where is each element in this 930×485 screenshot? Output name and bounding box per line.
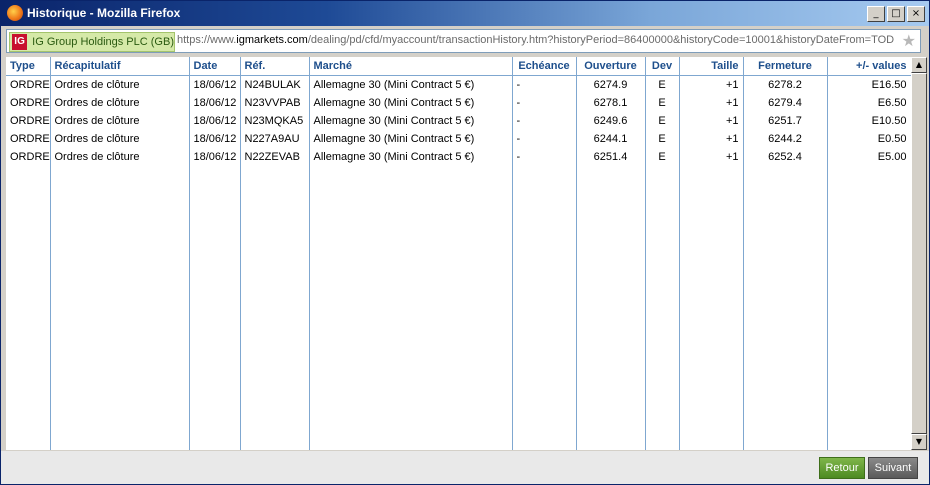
table-row[interactable]: ORDRE Ordres de clôture 18/06/12 N24BULA… bbox=[6, 75, 911, 94]
column-header-size[interactable]: Taille bbox=[679, 57, 744, 76]
next-button[interactable]: Suivant bbox=[868, 457, 918, 479]
cell-market: Allemagne 30 (Mini Contract 5 €) bbox=[309, 75, 513, 94]
cell-profit-loss: E10.50 bbox=[827, 112, 911, 130]
cell-market: Allemagne 30 (Mini Contract 5 €) bbox=[309, 112, 513, 130]
back-button[interactable]: Retour bbox=[819, 457, 865, 479]
cell-summary: Ordres de clôture bbox=[50, 75, 190, 94]
table-header-row: Type Récapitulatif Date Réf. Marché Eché… bbox=[6, 57, 911, 76]
table-row[interactable]: ORDRE Ordres de clôture 18/06/12 N227A9A… bbox=[6, 130, 911, 148]
scroll-down-icon[interactable]: ▼ bbox=[911, 434, 927, 450]
dialog-footer: Retour Suivant bbox=[1, 451, 929, 484]
bookmark-star-icon[interactable]: ★ bbox=[902, 31, 916, 50]
cell-currency: E bbox=[645, 75, 680, 94]
cell-date: 18/06/12 bbox=[189, 75, 241, 94]
url-bar[interactable]: IG IG Group Holdings PLC (GB) https://ww… bbox=[6, 29, 921, 53]
cell-size: +1 bbox=[679, 130, 744, 148]
cell-market: Allemagne 30 (Mini Contract 5 €) bbox=[309, 94, 513, 112]
cell-expiry: - bbox=[512, 94, 577, 112]
table-row[interactable]: ORDRE Ordres de clôture 18/06/12 N23MQKA… bbox=[6, 112, 911, 130]
transaction-history-table: Type Récapitulatif Date Réf. Marché Eché… bbox=[6, 57, 911, 450]
cell-market: Allemagne 30 (Mini Contract 5 €) bbox=[309, 148, 513, 166]
cell-summary: Ordres de clôture bbox=[50, 130, 190, 148]
cell-type: ORDRE bbox=[6, 112, 51, 130]
cell-opening: 6278.1 bbox=[576, 94, 646, 112]
column-header-market[interactable]: Marché bbox=[309, 57, 513, 76]
cell-date: 18/06/12 bbox=[189, 148, 241, 166]
cell-type: ORDRE bbox=[6, 130, 51, 148]
cell-date: 18/06/12 bbox=[189, 112, 241, 130]
column-header-closing[interactable]: Fermeture bbox=[743, 57, 828, 76]
cell-opening: 6274.9 bbox=[576, 75, 646, 94]
url-text[interactable]: https://www.igmarkets.com/dealing/pd/cfd… bbox=[177, 34, 897, 46]
cell-ref: N227A9AU bbox=[240, 130, 310, 148]
cell-closing: 6252.4 bbox=[743, 148, 828, 166]
minimize-button[interactable]: _ bbox=[867, 6, 885, 22]
table-row[interactable]: ORDRE Ordres de clôture 18/06/12 N23VVPA… bbox=[6, 94, 911, 112]
cell-ref: N23MQKA5 bbox=[240, 112, 310, 130]
column-header-summary[interactable]: Récapitulatif bbox=[50, 57, 190, 76]
cell-currency: E bbox=[645, 112, 680, 130]
close-button[interactable]: × bbox=[907, 6, 925, 22]
cell-opening: 6251.4 bbox=[576, 148, 646, 166]
cell-summary: Ordres de clôture bbox=[50, 94, 190, 112]
cell-closing: 6278.2 bbox=[743, 75, 828, 94]
cell-date: 18/06/12 bbox=[189, 130, 241, 148]
cell-size: +1 bbox=[679, 112, 744, 130]
cell-ref: N24BULAK bbox=[240, 75, 310, 94]
cell-market: Allemagne 30 (Mini Contract 5 €) bbox=[309, 130, 513, 148]
cell-expiry: - bbox=[512, 112, 577, 130]
cell-type: ORDRE bbox=[6, 148, 51, 166]
cell-closing: 6279.4 bbox=[743, 94, 828, 112]
cell-currency: E bbox=[645, 148, 680, 166]
cell-summary: Ordres de clôture bbox=[50, 112, 190, 130]
column-header-date[interactable]: Date bbox=[189, 57, 241, 76]
cell-ref: N22ZEVAB bbox=[240, 148, 310, 166]
column-header-type[interactable]: Type bbox=[6, 57, 51, 76]
column-header-currency[interactable]: Dev bbox=[645, 57, 680, 76]
table-row[interactable]: ORDRE Ordres de clôture 18/06/12 N22ZEVA… bbox=[6, 148, 911, 166]
cell-date: 18/06/12 bbox=[189, 94, 241, 112]
column-header-expiry[interactable]: Echéance bbox=[512, 57, 577, 76]
maximize-button[interactable]: □ bbox=[887, 6, 905, 22]
browser-window: Historique - Mozilla Firefox _ □ × IG IG… bbox=[0, 0, 930, 485]
column-header-ref[interactable]: Réf. bbox=[240, 57, 310, 76]
cell-expiry: - bbox=[512, 148, 577, 166]
scroll-up-icon[interactable]: ▲ bbox=[911, 57, 927, 73]
column-header-profit-loss[interactable]: +/- values bbox=[827, 57, 911, 76]
scrollbar-thumb[interactable] bbox=[911, 73, 927, 434]
title-bar[interactable]: Historique - Mozilla Firefox _ □ × bbox=[1, 1, 929, 26]
cell-expiry: - bbox=[512, 130, 577, 148]
cell-size: +1 bbox=[679, 94, 744, 112]
cell-profit-loss: E6.50 bbox=[827, 94, 911, 112]
cell-type: ORDRE bbox=[6, 75, 51, 94]
cell-opening: 6244.1 bbox=[576, 130, 646, 148]
vertical-scrollbar[interactable]: ▲ ▼ bbox=[911, 57, 927, 450]
table-filler-row bbox=[6, 166, 911, 450]
site-identity-badge[interactable]: IG IG Group Holdings PLC (GB) bbox=[9, 32, 175, 52]
cell-size: +1 bbox=[679, 75, 744, 94]
cell-closing: 6244.2 bbox=[743, 130, 828, 148]
ig-logo: IG bbox=[12, 34, 28, 50]
cell-profit-loss: E0.50 bbox=[827, 130, 911, 148]
cell-ref: N23VVPAB bbox=[240, 94, 310, 112]
window-controls: _ □ × bbox=[867, 6, 925, 22]
cell-profit-loss: E5.00 bbox=[827, 148, 911, 166]
window-title: Historique - Mozilla Firefox bbox=[27, 6, 181, 20]
cell-summary: Ordres de clôture bbox=[50, 148, 190, 166]
cell-profit-loss: E16.50 bbox=[827, 75, 911, 94]
column-header-opening[interactable]: Ouverture bbox=[576, 57, 646, 76]
cell-type: ORDRE bbox=[6, 94, 51, 112]
cell-expiry: - bbox=[512, 75, 577, 94]
site-identity-label: IG Group Holdings PLC (GB) bbox=[32, 36, 174, 48]
cell-size: +1 bbox=[679, 148, 744, 166]
cell-currency: E bbox=[645, 94, 680, 112]
cell-opening: 6249.6 bbox=[576, 112, 646, 130]
firefox-icon bbox=[7, 5, 23, 21]
cell-closing: 6251.7 bbox=[743, 112, 828, 130]
cell-currency: E bbox=[645, 130, 680, 148]
